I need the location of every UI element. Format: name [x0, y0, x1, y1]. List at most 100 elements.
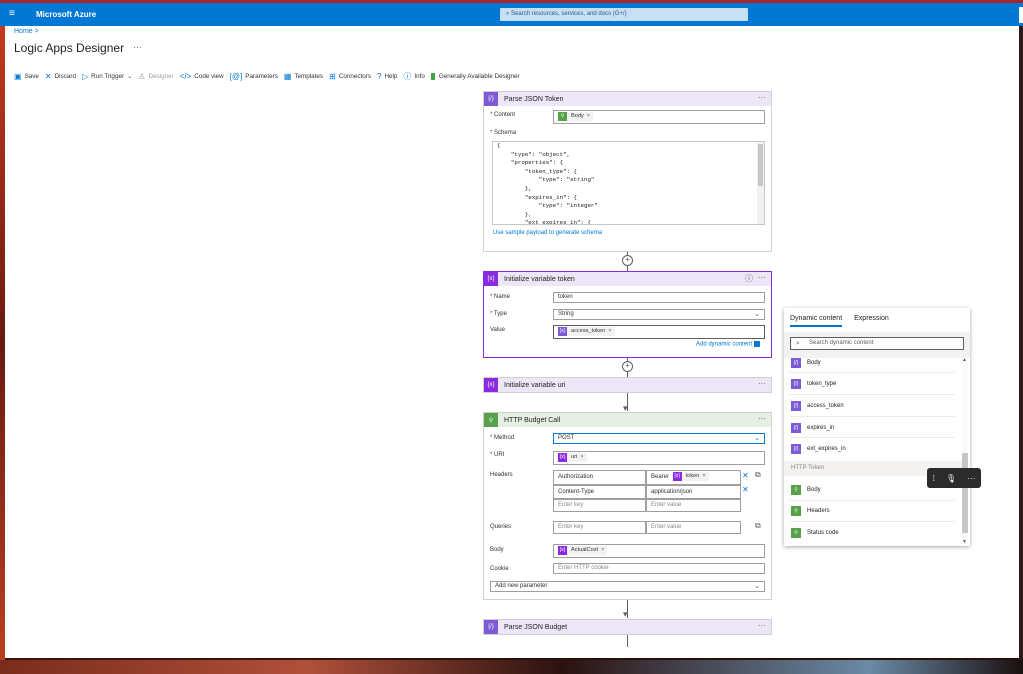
query-key-input[interactable]: Enter key	[553, 521, 646, 534]
header-value-input[interactable]: Bearer {x} token ×	[646, 470, 741, 485]
header-value-input[interactable]: Enter value	[646, 499, 741, 512]
dynamic-content-icon	[753, 341, 760, 347]
templates-button[interactable]: ▦ Templates	[284, 70, 323, 82]
ga-designer-button[interactable]: Generally Available Designer	[430, 70, 520, 82]
card-header[interactable]: {/} Parse JSON Token ···	[484, 92, 771, 106]
card-header[interactable]: {x} Initialize variable token ⓘ ···	[484, 272, 771, 286]
add-step-icon[interactable]: +	[622, 255, 633, 266]
access-token-chip[interactable]: {x} access_token ×	[558, 327, 615, 336]
card-menu-button[interactable]: ···	[758, 379, 766, 388]
dynamic-item[interactable]: {/} ext_expires_in	[791, 443, 846, 455]
schema-code-line: "type": "object",	[497, 150, 571, 158]
card-menu-button[interactable]: ···	[758, 414, 766, 423]
drag-handle-icon[interactable]: ⁞	[933, 474, 935, 483]
divider	[790, 416, 955, 417]
actualcost-chip[interactable]: {x} ActualCost ×	[558, 546, 608, 555]
connectors-button[interactable]: ⊞ Connectors	[329, 70, 371, 82]
http-icon: ⚲	[791, 485, 801, 495]
header-value-input[interactable]: application/json	[646, 485, 741, 499]
query-value-input[interactable]: Enter value	[646, 521, 741, 534]
variable-value-input[interactable]: {x} access_token ×	[553, 325, 765, 339]
uri-input[interactable]: {x} uri ×	[553, 451, 765, 465]
schema-editor[interactable]: { "type": "object", "properties": { "tok…	[492, 141, 765, 225]
microphone-icon[interactable]: 🎙	[946, 474, 956, 483]
info-icon[interactable]: ⓘ	[745, 273, 753, 284]
variable-type-select[interactable]: String ⌄	[553, 309, 765, 320]
parse-json-icon: {/}	[791, 401, 801, 411]
code-view-button[interactable]: </> Code view	[180, 70, 224, 82]
variable-name-input[interactable]: token	[553, 292, 765, 303]
divider	[790, 372, 955, 373]
parameters-icon: [@]	[229, 71, 243, 81]
run-trigger-button[interactable]: ▷ Run Trigger ⌄	[82, 70, 132, 82]
schema-code-line: "properties": {	[497, 159, 564, 167]
dynamic-item[interactable]: {/} expires_in	[791, 422, 834, 434]
chevron-down-icon: ⌄	[754, 435, 760, 442]
switch-mode-icon[interactable]: ⧉	[755, 521, 761, 531]
card-header[interactable]: ⚲ HTTP Budget Call ···	[484, 413, 771, 427]
uri-chip[interactable]: {x} uri ×	[558, 453, 587, 462]
tab-expression[interactable]: Expression	[854, 315, 889, 327]
init-variable-uri-card[interactable]: {x} Initialize variable uri ···	[483, 377, 772, 393]
add-step-icon[interactable]: +	[622, 361, 633, 372]
header-key-input[interactable]: Enter key	[553, 499, 646, 512]
add-new-parameter-select[interactable]: Add new parameter ⌄	[490, 581, 765, 592]
page-more-button[interactable]: ···	[133, 42, 142, 52]
parse-json-icon: {/}	[791, 379, 801, 389]
delete-header-icon[interactable]: ✕	[742, 485, 749, 494]
azure-topbar: ≡ Microsoft Azure ⌕ Search resources, se…	[0, 0, 1023, 26]
body-token-chip[interactable]: ⚲ Body ×	[558, 112, 594, 121]
schema-code-line: },	[497, 210, 532, 218]
parse-json-budget-card[interactable]: {/} Parse JSON Budget ···	[483, 619, 772, 635]
content-field[interactable]: ⚲ Body ×	[553, 110, 765, 124]
http-icon: ⚲	[558, 112, 567, 121]
panel-scrollbar[interactable]: ▲ ▼	[962, 357, 968, 545]
dynamic-item[interactable]: ⚲ Body	[791, 484, 821, 496]
dynamic-item[interactable]: {/} Body	[791, 357, 821, 369]
body-input[interactable]: {x} ActualCost ×	[553, 544, 765, 558]
chevron-down-icon: ⌄	[754, 583, 760, 590]
help-button[interactable]: ? Help	[377, 70, 397, 82]
info-button[interactable]: ⓘ Info	[403, 70, 425, 82]
dynamic-item[interactable]: ⚲ Status code	[791, 527, 839, 539]
parse-json-icon: {/}	[484, 620, 498, 634]
http-icon: ⚲	[791, 506, 801, 516]
switch-mode-icon[interactable]: ⧉	[755, 470, 761, 480]
divider	[790, 521, 955, 522]
cookie-input[interactable]: Enter HTTP cookie	[553, 563, 765, 574]
card-header[interactable]: {/} Parse JSON Budget ···	[484, 620, 771, 634]
header-key-input[interactable]: Authorization	[553, 470, 646, 485]
card-title: Parse JSON Budget	[504, 623, 568, 631]
dynamic-item[interactable]: {/} token_type	[791, 378, 836, 390]
token-chip[interactable]: {x} token ×	[672, 472, 709, 481]
designer-button[interactable]: ♙ Designer	[138, 70, 173, 82]
save-button[interactable]: ▣ Save	[14, 70, 39, 82]
schema-code-line: "ext_expires_in": {	[497, 219, 591, 225]
brand-label[interactable]: Microsoft Azure	[36, 10, 96, 19]
method-select[interactable]: POST ⌄	[553, 433, 765, 444]
dynamic-item[interactable]: ⚲ Headers	[791, 505, 830, 517]
card-header[interactable]: {x} Initialize variable uri ···	[484, 378, 771, 392]
header-key-input[interactable]: Content-Type	[553, 485, 646, 499]
editor-scroll-thumb[interactable]	[758, 144, 763, 186]
sample-payload-link[interactable]: Use sample payload to generate schema	[493, 230, 602, 236]
parameters-button[interactable]: [@] Parameters	[230, 70, 278, 82]
hamburger-icon[interactable]: ≡	[9, 8, 15, 19]
card-menu-button[interactable]: ···	[758, 273, 766, 282]
type-label: * Type	[490, 311, 507, 317]
card-menu-button[interactable]: ···	[758, 621, 766, 630]
add-dynamic-content-link[interactable]: Add dynamic content	[696, 341, 760, 348]
global-search-input[interactable]: ⌕ Search resources, services, and docs (…	[500, 8, 748, 21]
delete-header-icon[interactable]: ✕	[742, 471, 749, 480]
queries-label: Queries	[490, 524, 512, 530]
tab-dynamic-content[interactable]: Dynamic content	[790, 315, 843, 327]
dynamic-search-input[interactable]: ⌕ Search dynamic content	[790, 337, 964, 350]
discard-button[interactable]: ✕ Discard	[45, 70, 76, 82]
breadcrumb-home[interactable]: Home	[14, 28, 33, 35]
more-icon[interactable]: ···	[967, 474, 975, 483]
card-menu-button[interactable]: ···	[758, 93, 766, 102]
flow-connector	[627, 635, 628, 647]
panel-scroll-thumb[interactable]	[962, 453, 968, 533]
dynamic-item[interactable]: {/} access_token	[791, 400, 844, 412]
schema-label: * Schema	[490, 130, 517, 136]
